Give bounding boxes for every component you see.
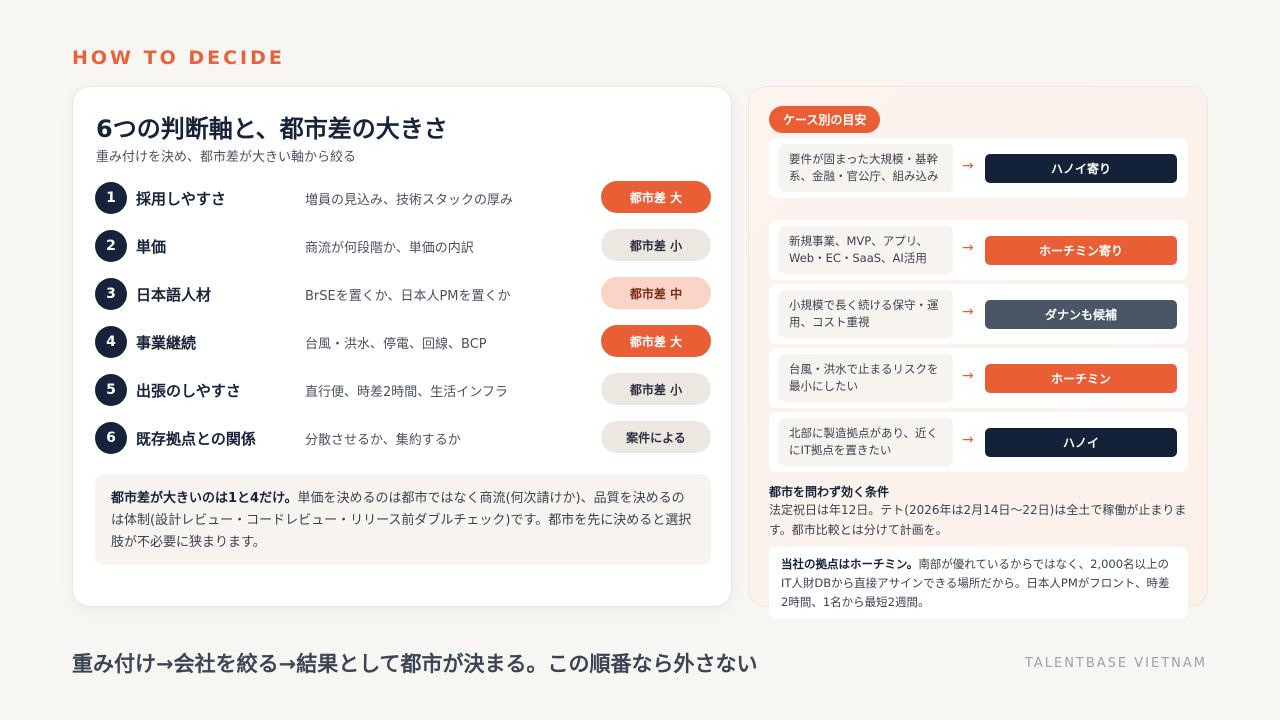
arrow-right-icon: →: [962, 432, 974, 448]
impact-badge: 都市差 中: [601, 277, 711, 309]
axis-number-badge: 3: [95, 278, 127, 310]
universal-conditions-title: 都市を問わず効く条件: [769, 485, 890, 499]
axis-name: 事業継続: [136, 334, 197, 352]
axis-name: 出張のしやすさ: [136, 382, 241, 400]
footer-message: 重み付け→会社を絞る→結果として都市が決まる。この順番なら外さない: [72, 652, 758, 676]
company-base-bold: 当社の拠点はホーチミン。: [781, 557, 919, 571]
brand-label: TALENTBASE VIETNAM: [1024, 656, 1207, 671]
axis-name: 採用しやすさ: [136, 190, 226, 208]
case-condition-text: 新規事業、MVP、アプリ、Web・EC・SaaS、AI活用: [789, 234, 929, 265]
axis-name: 単価: [136, 238, 167, 256]
case-condition: 台風・洪水で止まるリスクを最小にしたい: [779, 354, 953, 402]
axis-description: 商流が何段階か、単価の内訳: [305, 241, 474, 256]
case-guide-tag: ケース別の目安: [769, 106, 881, 133]
impact-badge: 都市差 大: [601, 325, 711, 357]
axis-row: 6 既存拠点との関係 分散させるか、集約するか 案件による: [95, 421, 711, 455]
case-row: 要件が固まった大規模・基幹系、金融・官公庁、組み込み → ハノイ寄り: [769, 138, 1188, 198]
axis-description: 直行便、時差2時間、生活インフラ: [305, 385, 508, 400]
arrow-right-icon: →: [962, 240, 974, 256]
arrow-right-icon: →: [962, 304, 974, 320]
arrow-right-icon: →: [962, 158, 974, 174]
axis-number-badge: 2: [95, 230, 127, 262]
decision-axes-card: 6つの判断軸と、都市差の大きさ 重み付けを決め、都市差が大きい軸から絞る 1 採…: [72, 86, 732, 607]
axis-description: 分散させるか、集約するか: [305, 433, 461, 448]
impact-badge: 案件による: [601, 421, 711, 453]
card-subtitle: 重み付けを決め、都市差が大きい軸から絞る: [96, 150, 357, 165]
case-result: ホーチミン: [985, 364, 1177, 393]
axis-number-badge: 5: [95, 374, 127, 406]
axis-number-badge: 1: [95, 182, 127, 214]
case-condition: 北部に製造拠点があり、近くにIT拠点を置きたい: [779, 418, 953, 466]
case-condition: 小規模で長く続ける保守・運用、コスト重視: [779, 290, 953, 338]
axis-description: BrSEを置くか、日本人PMを置くか: [305, 289, 511, 304]
company-base-note: 当社の拠点はホーチミン。南部が優れているからではなく、2,000名以上のIT人財…: [769, 547, 1188, 619]
axis-name: 日本語人材: [136, 286, 212, 304]
case-row: 新規事業、MVP、アプリ、Web・EC・SaaS、AI活用 → ホーチミン寄り: [769, 220, 1188, 280]
axis-description: 台風・洪水、停電、回線、BCP: [305, 337, 487, 352]
summary-note-bold: 都市差が大きいのは1と4だけ。: [111, 491, 298, 506]
axis-row: 2 単価 商流が何段階か、単価の内訳 都市差 小: [95, 229, 711, 263]
axis-description: 増員の見込み、技術スタックの厚み: [305, 193, 514, 208]
summary-note: 都市差が大きいのは1と4だけ。単価を決めるのは都市ではなく商流(何次請けか)、品…: [95, 474, 711, 565]
arrow-right-icon: →: [962, 368, 974, 384]
case-condition-text: 小規模で長く続ける保守・運用、コスト重視: [789, 298, 939, 329]
case-result: ダナンも候補: [985, 300, 1177, 329]
case-row: 小規模で長く続ける保守・運用、コスト重視 → ダナンも候補: [769, 284, 1188, 344]
case-condition: 新規事業、MVP、アプリ、Web・EC・SaaS、AI活用: [779, 226, 953, 274]
case-condition-text: 要件が固まった大規模・基幹系、金融・官公庁、組み込み: [789, 152, 939, 183]
axis-row: 5 出張のしやすさ 直行便、時差2時間、生活インフラ 都市差 小: [95, 373, 711, 407]
card-title: 6つの判断軸と、都市差の大きさ: [96, 115, 448, 143]
axis-row: 4 事業継続 台風・洪水、停電、回線、BCP 都市差 大: [95, 325, 711, 359]
axis-number-badge: 4: [95, 326, 127, 358]
case-result: ハノイ: [985, 428, 1177, 457]
case-result: ホーチミン寄り: [985, 236, 1177, 265]
impact-badge: 都市差 大: [601, 181, 711, 213]
case-row: 北部に製造拠点があり、近くにIT拠点を置きたい → ハノイ: [769, 412, 1188, 472]
impact-badge: 都市差 小: [601, 373, 711, 405]
eyebrow-label: HOW TO DECIDE: [72, 47, 285, 69]
universal-conditions-text: 法定祝日は年12日。テト(2026年は2月14日〜22日)は全土で稼働が止まりま…: [769, 503, 1187, 537]
case-condition-text: 北部に製造拠点があり、近くにIT拠点を置きたい: [789, 426, 939, 457]
axis-row: 1 採用しやすさ 増員の見込み、技術スタックの厚み 都市差 大: [95, 181, 711, 215]
case-condition-text: 台風・洪水で止まるリスクを最小にしたい: [789, 362, 939, 393]
case-result: ハノイ寄り: [985, 154, 1177, 183]
axis-number-badge: 6: [95, 422, 127, 454]
impact-badge: 都市差 小: [601, 229, 711, 261]
case-guide-card: ケース別の目安 要件が固まった大規模・基幹系、金融・官公庁、組み込み → ハノイ…: [748, 86, 1208, 619]
axis-row: 3 日本語人材 BrSEを置くか、日本人PMを置くか 都市差 中: [95, 277, 711, 311]
case-row: 台風・洪水で止まるリスクを最小にしたい → ホーチミン: [769, 348, 1188, 408]
axis-name: 既存拠点との関係: [136, 430, 256, 448]
case-condition: 要件が固まった大規模・基幹系、金融・官公庁、組み込み: [779, 144, 953, 192]
